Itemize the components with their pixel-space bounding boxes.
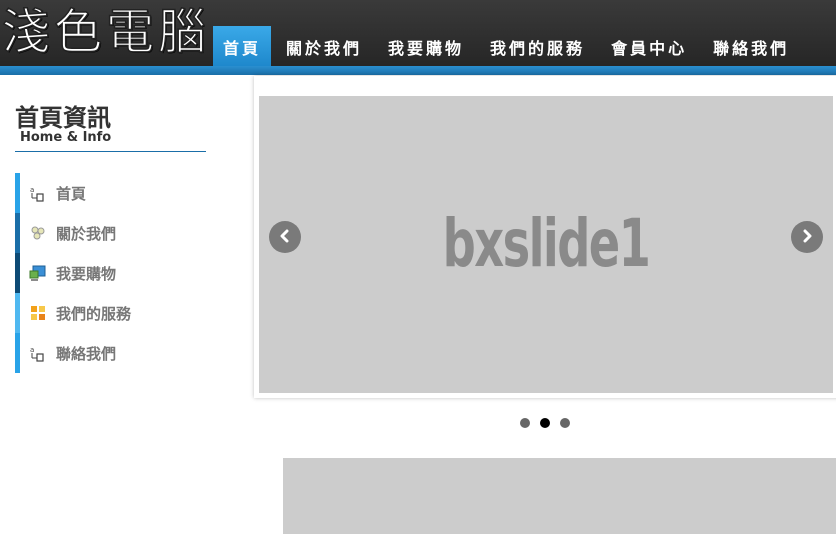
chevron-right-icon bbox=[800, 228, 814, 247]
nav-item-shop[interactable]: 我要購物 bbox=[377, 26, 475, 66]
pager-dot-1[interactable] bbox=[520, 418, 530, 428]
nav-item-services[interactable]: 我們的服務 bbox=[479, 26, 596, 66]
sidebar-title: 首頁資訊 bbox=[15, 104, 111, 132]
shop-icon bbox=[29, 264, 47, 282]
main-nav: 首頁 關於我們 我要購物 我們的服務 會員中心 聯絡我們 bbox=[213, 26, 804, 66]
nav-item-home[interactable]: 首頁 bbox=[213, 26, 272, 66]
pager-dot-3[interactable] bbox=[560, 418, 570, 428]
svg-text:a: a bbox=[30, 346, 34, 354]
slide-image: bxslide1 bbox=[259, 96, 833, 393]
sidebar-item-contact[interactable]: a 聯絡我們 bbox=[15, 333, 215, 373]
site-logo[interactable]: 淺色電腦 bbox=[1, 0, 210, 62]
sidebar-subtitle: Home & Info bbox=[20, 130, 112, 145]
sidebar-item-edge bbox=[15, 333, 20, 373]
sitemap-icon: a bbox=[29, 184, 47, 202]
content-placeholder bbox=[283, 458, 836, 534]
page: 淺色電腦 首頁 關於我們 我要購物 我們的服務 會員中心 聯絡我們 首頁資訊 H… bbox=[0, 0, 836, 534]
sidebar-item-edge bbox=[15, 213, 20, 253]
puzzle-icon bbox=[29, 224, 47, 242]
sidebar-item-label: 我要購物 bbox=[56, 265, 117, 283]
slide-text: bxslide1 bbox=[442, 205, 651, 282]
sidebar-divider bbox=[15, 151, 206, 152]
sidebar-item-edge bbox=[15, 173, 20, 213]
sitemap-icon: a bbox=[29, 344, 47, 362]
sidebar-item-services[interactable]: 我們的服務 bbox=[15, 293, 215, 333]
pager-dot-2[interactable] bbox=[540, 418, 550, 428]
chevron-left-icon bbox=[278, 228, 292, 247]
nav-item-members[interactable]: 會員中心 bbox=[600, 26, 698, 66]
site-header: 淺色電腦 首頁 關於我們 我要購物 我們的服務 會員中心 聯絡我們 bbox=[0, 0, 836, 66]
sidebar-item-label: 關於我們 bbox=[56, 225, 117, 243]
sidebar-item-label: 聯絡我們 bbox=[56, 345, 117, 363]
slider-prev-button[interactable] bbox=[269, 221, 301, 253]
slider-pager bbox=[520, 418, 570, 428]
sidebar-item-home[interactable]: a 首頁 bbox=[15, 173, 215, 213]
sidebar-menu: a 首頁 關於我們 我要購物 我們的服務 a 聯絡我們 bbox=[15, 173, 215, 373]
svg-text:a: a bbox=[30, 186, 34, 194]
sidebar-item-about[interactable]: 關於我們 bbox=[15, 213, 215, 253]
services-grid-icon bbox=[29, 304, 47, 322]
header-accent-bar bbox=[0, 66, 836, 75]
sidebar-item-label: 我們的服務 bbox=[56, 305, 132, 323]
nav-item-about[interactable]: 關於我們 bbox=[275, 26, 373, 66]
sidebar-item-edge bbox=[15, 253, 20, 293]
sidebar-item-shop[interactable]: 我要購物 bbox=[15, 253, 215, 293]
sidebar-item-label: 首頁 bbox=[56, 185, 87, 203]
nav-item-contact[interactable]: 聯絡我們 bbox=[702, 26, 800, 66]
sidebar-item-edge bbox=[15, 293, 20, 333]
slider-next-button[interactable] bbox=[791, 221, 823, 253]
